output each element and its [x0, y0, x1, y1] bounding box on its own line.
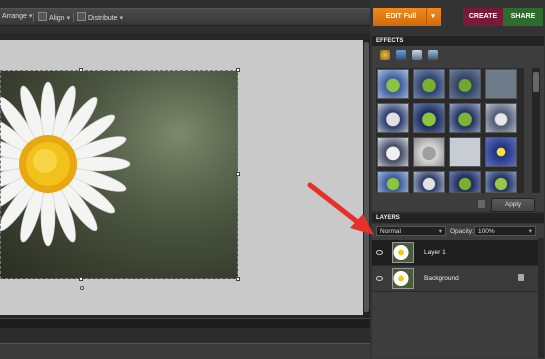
effect-thumbnail[interactable] [485, 137, 517, 167]
visibility-eye-icon[interactable] [376, 276, 383, 281]
opacity-label: Opacity: [450, 228, 474, 235]
chevron-down-icon: ▾ [438, 228, 442, 235]
effect-thumbnail[interactable] [377, 103, 409, 133]
effect-thumbnail[interactable] [413, 171, 445, 193]
edit-full-tab[interactable]: EDIT Full ▾ [373, 8, 441, 26]
transform-handle-bottom[interactable] [79, 277, 83, 281]
filters-icon[interactable] [380, 50, 390, 60]
distribute-menu[interactable]: Distribute ▾ [77, 12, 123, 22]
blend-mode-select[interactable]: Normal ▾ [376, 226, 446, 236]
distribute-icon [77, 12, 86, 21]
effect-thumbnail[interactable] [377, 171, 409, 193]
layer-row-background[interactable]: Background [372, 266, 538, 292]
distribute-label: Distribute [88, 15, 118, 22]
effect-thumbnail[interactable] [449, 69, 481, 99]
opacity-field[interactable]: 100% ▾ [474, 226, 536, 236]
align-menu[interactable]: Align ▾ [38, 12, 70, 22]
align-label: Align [49, 15, 65, 22]
effect-thumbnail[interactable] [449, 171, 481, 193]
chevron-down-icon: ▾ [528, 228, 532, 235]
share-tab[interactable]: SHARE [503, 8, 543, 26]
align-icon [38, 12, 47, 21]
effect-thumbnail[interactable] [485, 103, 517, 133]
chevron-down-icon: ▾ [66, 15, 71, 22]
layer-row-layer-1[interactable]: Layer 1 [372, 240, 538, 266]
rotate-handle[interactable] [80, 286, 84, 290]
effect-thumbnail[interactable] [413, 137, 445, 167]
toolbar-divider [33, 13, 34, 22]
tool-options-bar: Arrange ▾ Align ▾ Distribute ▾ [0, 8, 370, 26]
chevron-down-icon[interactable]: ▾ [426, 8, 439, 26]
layer-name: Background [424, 275, 459, 282]
lock-icon [518, 274, 524, 281]
effect-thumbnail[interactable] [377, 69, 409, 99]
effect-thumbnail[interactable] [449, 103, 481, 133]
transform-handle-bottom-right[interactable] [236, 277, 240, 281]
canvas-scroll-thumb[interactable] [364, 42, 369, 312]
effects-scroll-thumb[interactable] [533, 72, 539, 92]
effect-thumbnail[interactable] [485, 69, 517, 99]
effects-panel-header[interactable]: EFFECTS [372, 36, 544, 46]
photo-effects-icon[interactable] [412, 50, 422, 60]
chevron-down-icon: ▾ [28, 13, 33, 20]
arrange-label: Arrange [2, 13, 27, 20]
transform-handle-right[interactable] [236, 172, 240, 176]
all-effects-icon[interactable] [428, 50, 438, 60]
visibility-eye-icon[interactable] [376, 250, 383, 255]
effects-thumbnail-grid [376, 68, 524, 193]
layers-scrollbar[interactable] [538, 238, 544, 358]
layer-thumbnail [392, 268, 414, 289]
effect-thumbnail[interactable] [485, 171, 517, 193]
chevron-down-icon: ▾ [119, 15, 124, 22]
opacity-value: 100% [478, 228, 495, 235]
layer-thumbnail [392, 242, 414, 263]
selection-bounding-box[interactable] [0, 70, 238, 279]
effect-thumbnail[interactable] [413, 69, 445, 99]
layer-name: Layer 1 [424, 249, 446, 256]
transform-handle-top-right[interactable] [236, 68, 240, 72]
layers-panel-header[interactable]: LAYERS [372, 213, 544, 223]
trash-icon[interactable] [478, 200, 485, 208]
layer-styles-icon[interactable] [396, 50, 406, 60]
annotation-arrow-icon [307, 182, 374, 235]
transform-handle-top[interactable] [79, 68, 83, 72]
effect-thumbnail[interactable] [413, 103, 445, 133]
edit-full-label: EDIT Full [385, 13, 417, 20]
effect-thumbnail[interactable] [377, 137, 409, 167]
blend-mode-value: Normal [380, 228, 401, 235]
apply-button[interactable]: Apply [491, 198, 535, 212]
project-bin-bar [0, 343, 370, 359]
arrange-menu[interactable]: Arrange ▾ [2, 12, 32, 20]
effect-thumbnail[interactable] [449, 137, 481, 167]
create-tab[interactable]: CREATE [463, 8, 503, 26]
toolbar-divider [73, 13, 74, 22]
